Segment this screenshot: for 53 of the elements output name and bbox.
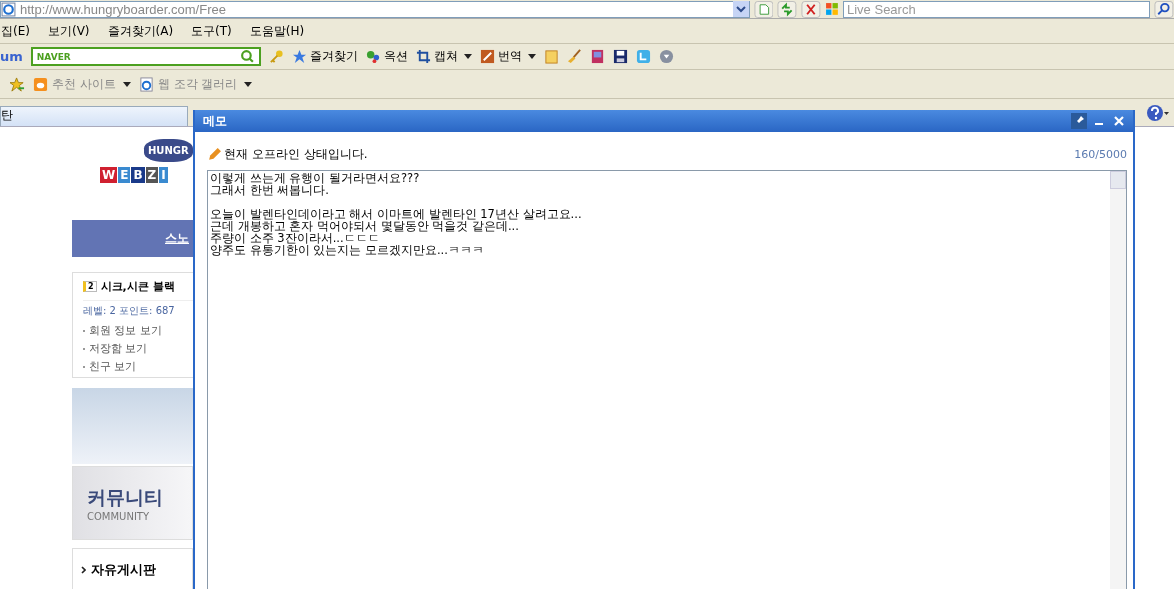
broom-icon[interactable] (566, 49, 582, 64)
add-favorite-icon[interactable] (10, 76, 25, 92)
browser-page-icon (138, 76, 154, 92)
translate-icon (479, 49, 495, 64)
toolbar-button[interactable]: 즐겨찾기 (291, 48, 358, 65)
banner-subtitle: COMMUNITY (87, 510, 151, 522)
banner-title: 커뮤니티 (87, 484, 164, 510)
board-title[interactable]: 자유게시판 (91, 561, 156, 579)
menu-item[interactable]: 도움말(H) (249, 22, 305, 40)
status-text: 현재 오프라인 상태입니다. (224, 145, 368, 163)
level-badge: 2 (83, 281, 97, 292)
toolbar-button[interactable]: 옥션 (365, 48, 408, 65)
pencil-icon (207, 146, 222, 162)
caret-icon (122, 81, 131, 87)
user-link[interactable]: 회원 정보 보기 (89, 322, 162, 340)
search-icon[interactable] (1154, 0, 1174, 18)
stop-icon[interactable] (801, 0, 821, 18)
crop-icon (415, 49, 431, 64)
colored-dots-icon (365, 49, 381, 64)
nav-link[interactable]: 스노 (165, 230, 189, 247)
search-icon[interactable] (239, 49, 255, 64)
chevron-icon (81, 566, 86, 574)
website-icon (33, 76, 48, 92)
help-icon[interactable] (1146, 104, 1170, 122)
save-icon[interactable] (612, 49, 628, 64)
window-title: 메모 (203, 112, 227, 130)
menu-item[interactable]: 도구(T) (191, 22, 232, 40)
page-icon (1, 1, 16, 17)
menu-item[interactable]: 보기(V) (47, 22, 90, 40)
scrollbar[interactable] (1110, 171, 1126, 589)
star-icon (291, 49, 307, 64)
caret-icon (244, 81, 253, 87)
search-field[interactable]: Live Search (843, 0, 1151, 18)
user-link[interactable]: 저장함 보기 (89, 340, 148, 358)
browser-tab[interactable]: 탄 (0, 106, 188, 126)
menu-item[interactable]: 즐겨찾기(A) (107, 22, 174, 40)
toolbar-button[interactable]: 캡쳐 (415, 48, 472, 65)
menu-item[interactable]: 집(E) (1, 22, 30, 40)
book-icon[interactable] (589, 49, 605, 64)
url-text: http://www.hungryboarder.com/Free (20, 1, 227, 17)
memo-text-field[interactable]: 이렇게 쓰는게 유행이 될거라면서요??? 그래서 한번 써봅니다. 오늘이 발렌타인데이라고 해서 이마트에 발렌타인 17년산 살려고요... 근데 개봉하고 혼자 먹어야되서 몇달동안 먹을것 같은데... 주량이 소주 3잔이라서...ㄷㄷㄷ 양주도 유통기한이 있는지는 모르겠지만요...ㅋㅋㅋ (207, 170, 1127, 589)
address-field[interactable]: http://www.hungryboarder.com/Free (0, 0, 750, 18)
key-icon[interactable] (268, 49, 284, 64)
pin-icon[interactable] (1071, 113, 1087, 129)
character-counter: 160/5000 (1074, 147, 1127, 161)
webzine-logo: HUNGR W E B Z I (100, 137, 193, 213)
more-options-icon[interactable] (658, 49, 674, 64)
logo-text: um (0, 49, 23, 64)
toolbar-button[interactable]: 번역 (479, 48, 536, 65)
windows-flag-icon (825, 1, 840, 17)
refresh-icon[interactable] (777, 0, 798, 18)
user-name: 시크,시큰 블랙 (100, 279, 175, 294)
user-link[interactable]: 친구 보기 (89, 358, 137, 376)
